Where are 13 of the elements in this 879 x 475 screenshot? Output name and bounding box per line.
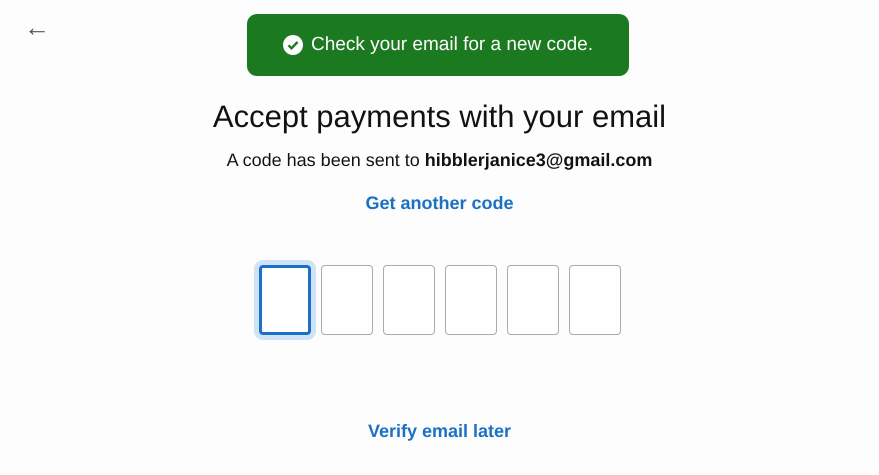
code-digit-field[interactable] bbox=[506, 265, 558, 336]
resend-link[interactable]: Get another code bbox=[365, 190, 514, 218]
toast-message: Check your email for a new code. bbox=[311, 32, 593, 57]
code-digit-field[interactable] bbox=[568, 265, 620, 336]
back-button[interactable]: ← bbox=[20, 12, 54, 42]
check-circle-icon bbox=[283, 35, 304, 55]
code-digit-field[interactable] bbox=[258, 265, 310, 336]
subtitle-text: A code has been sent to hibblerjanice3@gmail.com bbox=[226, 149, 652, 172]
code-digit-field[interactable] bbox=[320, 265, 372, 336]
verify-later-link[interactable]: Verify email later bbox=[368, 418, 512, 446]
page-heading: Accept payments with your email bbox=[212, 98, 666, 136]
code-digit-field[interactable] bbox=[444, 265, 496, 336]
code-digit-field[interactable] bbox=[382, 265, 434, 336]
